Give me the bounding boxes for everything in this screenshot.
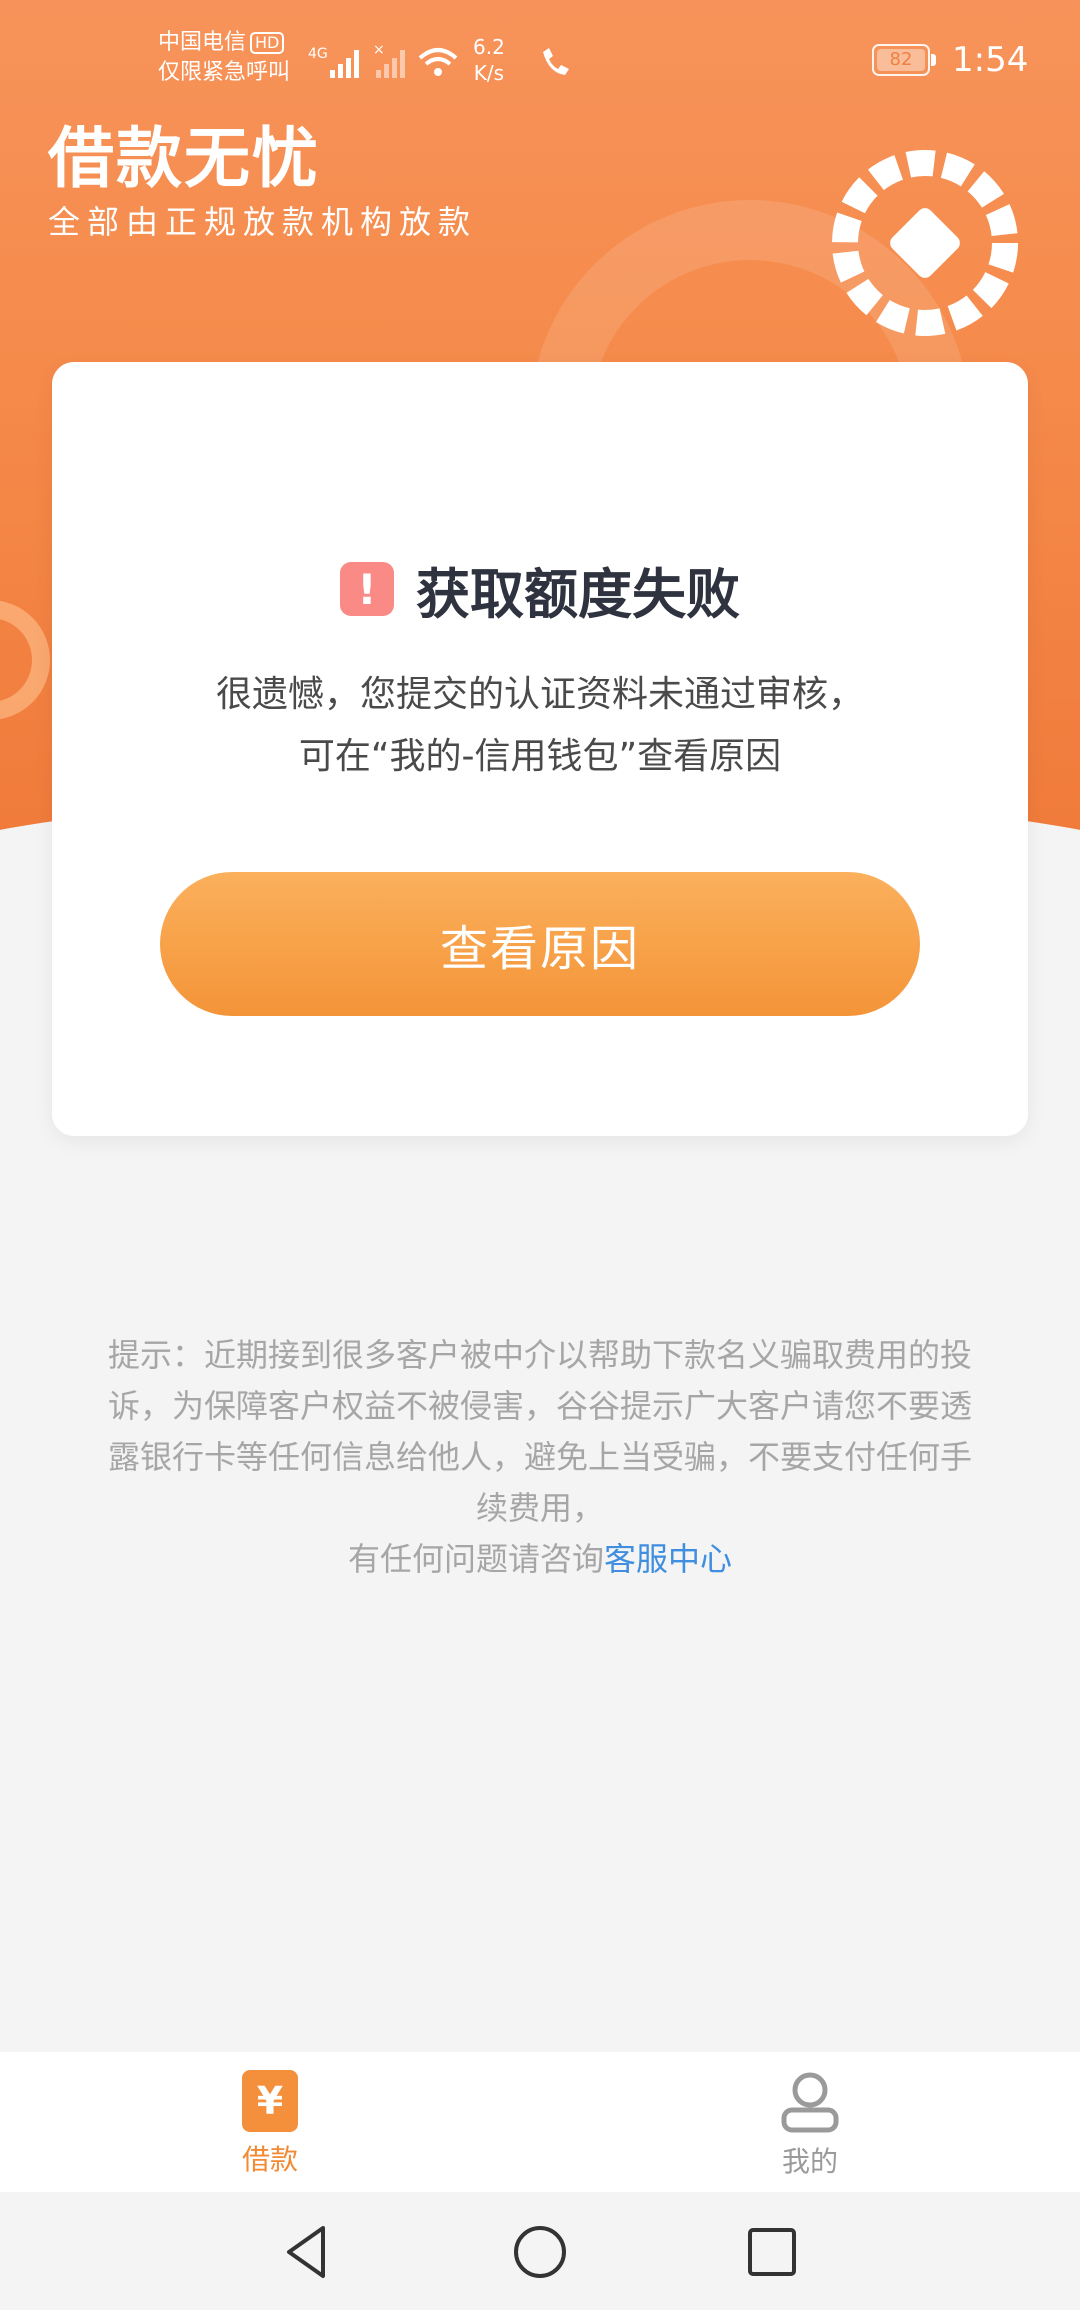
fraud-notice: 提示：近期接到很多客户被中介以帮助下款名义骗取费用的投诉，为保障客户权益不被侵害…: [104, 1330, 976, 1585]
result-title: 获取额度失败: [416, 562, 740, 626]
hd-badge: HD: [250, 32, 285, 54]
exclamation-icon: !: [340, 562, 394, 616]
tab-loan-label: 借款: [241, 2143, 298, 2176]
notice-contact: 有任何问题请咨询客服中心: [104, 1534, 976, 1585]
clock: 1:54: [952, 40, 1029, 80]
carrier-name: 中国电信: [158, 30, 247, 55]
result-card: ! 获取额度失败 很遗憾，您提交的认证资料未通过审核， 可在“我的-信用钱包”查…: [52, 362, 1028, 1136]
tab-mine[interactable]: 我的: [710, 2070, 910, 2180]
view-reason-button[interactable]: 查看原因: [160, 872, 920, 1016]
emergency-text: 仅限紧急呼叫: [158, 60, 291, 85]
speed-unit: K/s: [473, 61, 505, 85]
battery-level: 82: [877, 49, 925, 71]
notice-text: 提示：近期接到很多客户被中介以帮助下款名义骗取费用的投诉，为保障客户权益不被侵害…: [107, 1336, 972, 1527]
loan-result-page: 中国电信 HD 仅限紧急呼叫 4G × 6.2 K/s 82 1:54 借款无忧…: [0, 0, 1080, 2310]
signal-icon: 4G ×: [308, 42, 569, 78]
contact-prefix: 有任何问题请咨询: [347, 1540, 604, 1578]
customer-service-link[interactable]: 客服中心: [604, 1540, 732, 1578]
user-icon: [781, 2072, 839, 2133]
network-type-label: 4G: [308, 46, 328, 62]
speed-value: 6.2: [473, 35, 505, 59]
triangle-back-icon[interactable]: [277, 2222, 337, 2282]
tab-mine-label: 我的: [781, 2145, 838, 2178]
circle-home-icon[interactable]: [510, 2222, 570, 2282]
result-message: 很遗憾，您提交的认证资料未通过审核， 可在“我的-信用钱包”查看原因: [52, 664, 1028, 788]
battery-icon: 82: [872, 44, 936, 76]
square-recent-icon[interactable]: [742, 2222, 802, 2282]
card-header: ! 获取额度失败: [52, 554, 1028, 626]
app-title: 借款无忧: [48, 120, 320, 197]
svg-text:×: ×: [373, 42, 385, 58]
system-nav-bar: [0, 2192, 1080, 2310]
bottom-tab-bar: ¥ 借款 我的: [0, 2052, 1080, 2192]
coin-wreath-icon: [832, 150, 1018, 336]
app-subtitle: 全部由正规放款机构放款: [48, 203, 478, 241]
result-message-line1: 很遗憾，您提交的认证资料未通过审核，: [215, 674, 864, 715]
decorative-ring: [0, 600, 50, 720]
result-message-line2: 可在“我的-信用钱包”查看原因: [298, 736, 782, 777]
network-speed: 6.2 K/s: [473, 34, 505, 86]
carrier-info: 中国电信 HD 仅限紧急呼叫: [158, 28, 290, 88]
tab-loan[interactable]: ¥ 借款: [170, 2070, 370, 2180]
status-bar: 中国电信 HD 仅限紧急呼叫 4G × 6.2 K/s 82 1:54: [0, 0, 1080, 110]
yen-icon: ¥: [242, 2070, 298, 2132]
